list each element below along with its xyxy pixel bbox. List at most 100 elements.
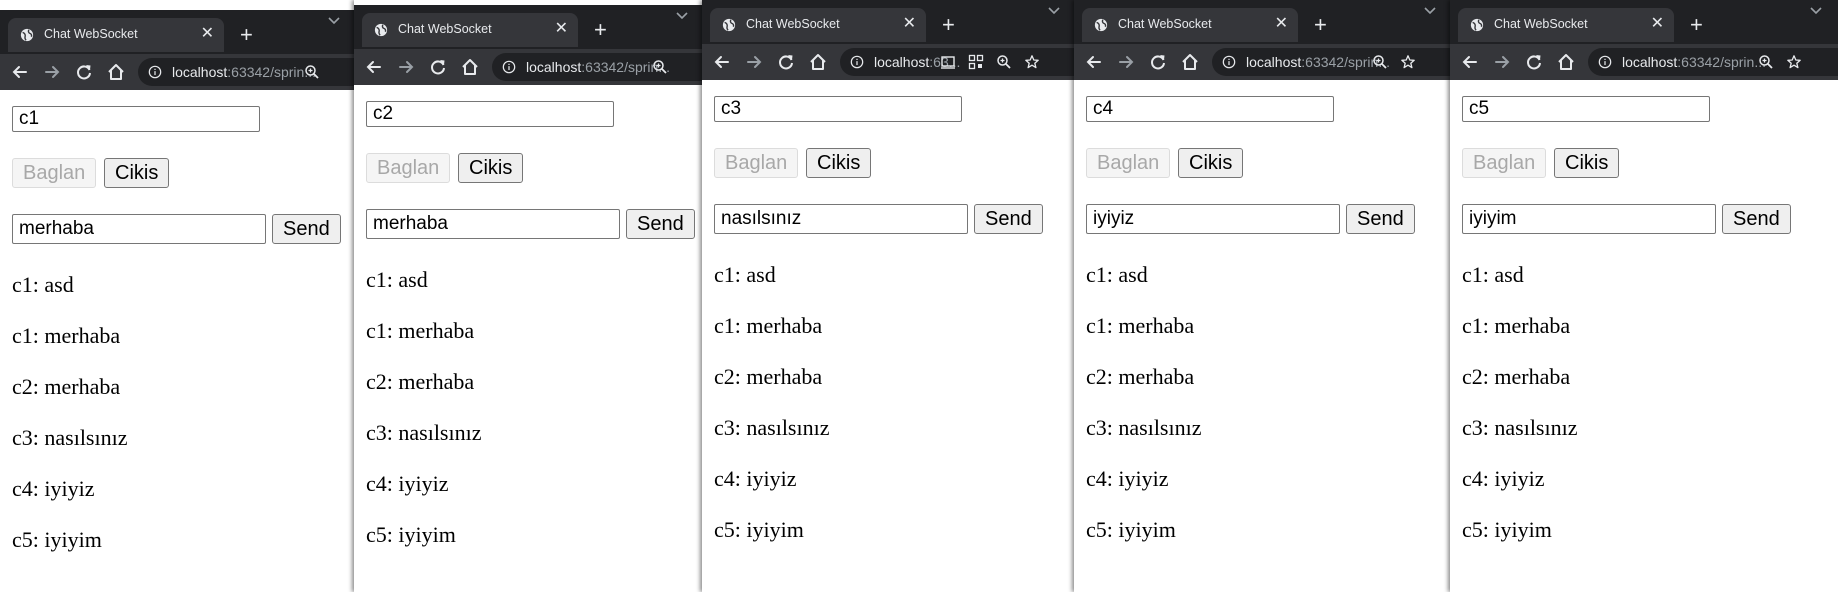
- close-icon[interactable]: ✕: [555, 18, 568, 38]
- message-item: c3: nasılsınız: [1462, 415, 1578, 440]
- home-icon[interactable]: [460, 57, 480, 77]
- close-icon[interactable]: ✕: [1275, 13, 1288, 33]
- message-item: c5: iyiyim: [12, 527, 102, 552]
- zoom-icon[interactable]: [996, 54, 1012, 70]
- address-bar[interactable]: localhost:63342/sprin...: [1212, 48, 1452, 76]
- arrow-right-icon[interactable]: [396, 57, 416, 77]
- message-input[interactable]: [366, 209, 620, 239]
- qr-code-icon[interactable]: [968, 54, 984, 70]
- reload-icon[interactable]: [1524, 52, 1544, 72]
- chevron-down-icon[interactable]: [326, 14, 342, 26]
- username-input[interactable]: [12, 106, 260, 132]
- home-icon[interactable]: [106, 62, 126, 82]
- plus-icon[interactable]: +: [1690, 14, 1703, 36]
- zoom-icon[interactable]: [652, 59, 668, 75]
- tab-chat-websocket[interactable]: Chat WebSocket ✕: [362, 13, 578, 47]
- plus-icon[interactable]: +: [1314, 14, 1327, 36]
- close-icon[interactable]: ✕: [1651, 13, 1664, 33]
- chevron-down-icon[interactable]: [1422, 4, 1438, 16]
- connect-button[interactable]: Baglan: [1086, 148, 1171, 178]
- reload-icon[interactable]: [74, 62, 94, 82]
- message-input[interactable]: [1086, 204, 1340, 234]
- disconnect-button[interactable]: Cikis: [806, 148, 872, 178]
- plus-icon[interactable]: +: [594, 19, 607, 41]
- reload-icon[interactable]: [776, 52, 796, 72]
- address-bar[interactable]: localhost:63342/sprin...: [138, 58, 356, 86]
- info-icon[interactable]: [1222, 55, 1236, 69]
- arrow-right-icon[interactable]: [744, 52, 764, 72]
- address-bar[interactable]: localhost:63342/sprin...: [1588, 48, 1838, 76]
- info-icon[interactable]: [850, 55, 864, 69]
- arrow-left-icon[interactable]: [1460, 52, 1480, 72]
- connect-button[interactable]: Baglan: [1462, 148, 1547, 178]
- tab-strip: Chat WebSocket ✕ +: [702, 0, 1076, 44]
- message-list: c1: asd c1: merhaba c2: merhaba c3: nasılsı…: [1086, 262, 1201, 568]
- username-input[interactable]: [1086, 96, 1334, 122]
- connect-button[interactable]: Baglan: [366, 153, 451, 183]
- tab-strip: Chat WebSocket ✕ +: [0, 10, 356, 54]
- screenshot-stage: Chat WebSocket ✕ + localhost:63342/sprin…: [0, 0, 1838, 592]
- zoom-icon[interactable]: [304, 64, 320, 80]
- info-icon[interactable]: [502, 60, 516, 74]
- star-icon[interactable]: [1786, 54, 1802, 70]
- message-item: c3: nasılsınız: [366, 420, 482, 445]
- url-text: localhost:63342/sprin...: [1246, 54, 1390, 70]
- browser-window-1: Chat WebSocket ✕ + localhost:63342/sprin…: [0, 0, 356, 592]
- username-input[interactable]: [1462, 96, 1710, 122]
- send-button[interactable]: Send: [272, 214, 341, 244]
- close-icon[interactable]: ✕: [201, 23, 214, 43]
- home-icon[interactable]: [808, 52, 828, 72]
- disconnect-button[interactable]: Cikis: [1554, 148, 1620, 178]
- message-item: c4: iyiyiz: [714, 466, 797, 491]
- address-bar[interactable]: localhost:63...: [840, 48, 1076, 76]
- arrow-left-icon[interactable]: [1084, 52, 1104, 72]
- zoom-icon[interactable]: [1372, 54, 1388, 70]
- message-input[interactable]: [12, 214, 266, 244]
- message-item: c5: iyiyim: [1462, 517, 1552, 542]
- message-input[interactable]: [714, 204, 968, 234]
- send-button[interactable]: Send: [974, 204, 1043, 234]
- disconnect-button[interactable]: Cikis: [104, 158, 170, 188]
- reload-icon[interactable]: [1148, 52, 1168, 72]
- tab-chat-websocket[interactable]: Chat WebSocket ✕: [1082, 8, 1298, 42]
- send-button[interactable]: Send: [626, 209, 695, 239]
- plus-icon[interactable]: +: [942, 14, 955, 36]
- arrow-left-icon[interactable]: [712, 52, 732, 72]
- arrow-left-icon[interactable]: [364, 57, 384, 77]
- send-button[interactable]: Send: [1722, 204, 1791, 234]
- chevron-down-icon[interactable]: [1808, 4, 1824, 16]
- tab-title: Chat WebSocket: [746, 17, 840, 31]
- cast-icon[interactable]: [940, 54, 956, 70]
- tab-chat-websocket[interactable]: Chat WebSocket ✕: [710, 8, 926, 42]
- info-icon[interactable]: [148, 65, 162, 79]
- username-input[interactable]: [366, 101, 614, 127]
- disconnect-button[interactable]: Cikis: [458, 153, 524, 183]
- home-icon[interactable]: [1556, 52, 1576, 72]
- connect-button[interactable]: Baglan: [12, 158, 97, 188]
- connect-button[interactable]: Baglan: [714, 148, 799, 178]
- arrow-right-icon[interactable]: [42, 62, 62, 82]
- browser-window-3: Chat WebSocket ✕ + localhost:63... Bagla…: [702, 0, 1076, 592]
- arrow-left-icon[interactable]: [10, 62, 30, 82]
- browser-toolbar: localhost:63...: [702, 44, 1076, 80]
- arrow-right-icon[interactable]: [1116, 52, 1136, 72]
- star-icon[interactable]: [1400, 54, 1416, 70]
- chevron-down-icon[interactable]: [1046, 4, 1062, 16]
- close-icon[interactable]: ✕: [903, 13, 916, 33]
- star-icon[interactable]: [1024, 54, 1040, 70]
- tab-chat-websocket[interactable]: Chat WebSocket ✕: [1458, 8, 1674, 42]
- info-icon[interactable]: [1598, 55, 1612, 69]
- chevron-down-icon[interactable]: [674, 9, 690, 21]
- send-button[interactable]: Send: [1346, 204, 1415, 234]
- zoom-icon[interactable]: [1758, 54, 1774, 70]
- plus-icon[interactable]: +: [240, 24, 253, 46]
- arrow-right-icon[interactable]: [1492, 52, 1512, 72]
- address-bar[interactable]: localhost:63342/sprin...: [492, 53, 704, 81]
- reload-icon[interactable]: [428, 57, 448, 77]
- tab-chat-websocket[interactable]: Chat WebSocket ✕: [8, 18, 224, 52]
- home-icon[interactable]: [1180, 52, 1200, 72]
- tab-title: Chat WebSocket: [44, 27, 138, 41]
- username-input[interactable]: [714, 96, 962, 122]
- message-input[interactable]: [1462, 204, 1716, 234]
- disconnect-button[interactable]: Cikis: [1178, 148, 1244, 178]
